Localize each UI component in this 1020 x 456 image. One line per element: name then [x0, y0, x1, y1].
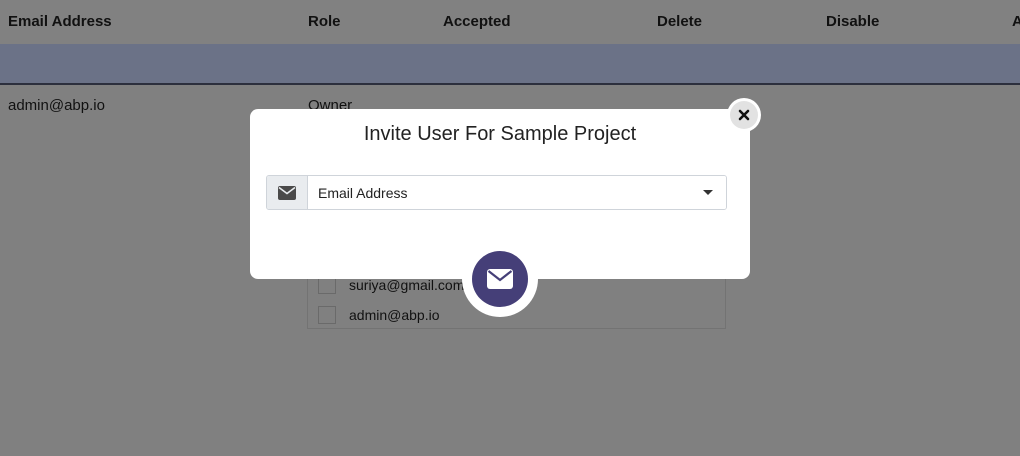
envelope-icon[interactable] — [472, 251, 528, 307]
dropdown-item-label: admin@abp.io — [349, 307, 440, 323]
column-header-truncated[interactable]: A — [1012, 13, 1020, 30]
table-filter-row — [0, 44, 1020, 85]
send-invite-button[interactable] — [462, 241, 538, 317]
column-header-email[interactable]: Email Address — [8, 13, 112, 30]
close-button[interactable] — [727, 98, 761, 132]
table-header: Email Address Role Accepted Delete Disab… — [0, 0, 1020, 45]
column-header-delete[interactable]: Delete — [657, 13, 702, 30]
envelope-icon — [267, 176, 308, 209]
column-header-accepted[interactable]: Accepted — [443, 13, 511, 30]
close-icon[interactable] — [730, 101, 758, 129]
row-email: admin@abp.io — [8, 97, 105, 114]
email-select-group[interactable]: Email Address — [266, 175, 727, 210]
email-select-label: Email Address — [318, 184, 408, 201]
modal-title: Invite User For Sample Project — [363, 123, 637, 145]
checkbox[interactable] — [318, 306, 336, 324]
email-select[interactable]: Email Address — [308, 176, 726, 209]
dropdown-item[interactable]: admin@abp.io — [318, 304, 440, 326]
column-header-role[interactable]: Role — [308, 13, 341, 30]
column-header-disable[interactable]: Disable — [826, 13, 879, 30]
dropdown-item-label: suriya@gmail.com — [349, 277, 465, 293]
chevron-down-icon[interactable] — [703, 190, 713, 195]
